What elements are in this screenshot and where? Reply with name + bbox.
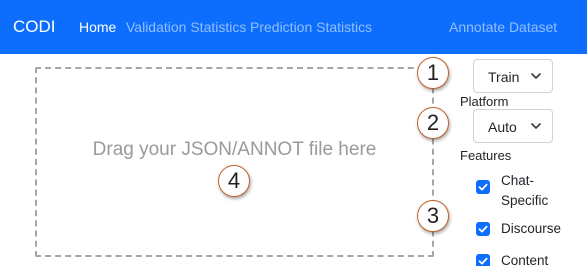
top-navbar: CODI Home Validation Statistics Predicti…	[0, 0, 587, 54]
chat-specific-checkbox[interactable]	[476, 180, 490, 194]
split-select-value: Train	[488, 69, 520, 85]
brand-logo[interactable]: CODI	[13, 17, 56, 37]
chevron-down-icon	[531, 73, 541, 79]
content-label[interactable]: Content	[501, 251, 548, 266]
annotation-marker-3: 3	[417, 200, 449, 232]
content-checkbox[interactable]	[476, 254, 490, 266]
annotation-marker-1: 1	[417, 57, 449, 89]
dropzone-text: Drag your JSON/ANNOT file here	[92, 139, 377, 160]
chevron-down-icon	[531, 123, 541, 129]
annotation-marker-2: 2	[417, 107, 449, 139]
platform-label: Platform	[460, 94, 509, 109]
checkmark-icon	[478, 183, 488, 191]
platform-select[interactable]: Auto	[473, 109, 553, 143]
discourse-label[interactable]: Discourse	[501, 219, 561, 239]
discourse-checkbox[interactable]	[476, 222, 490, 236]
nav-annotate-dataset[interactable]: Annotate Dataset	[449, 19, 557, 35]
file-dropzone[interactable]: Drag your JSON/ANNOT file here	[35, 67, 434, 257]
platform-select-value: Auto	[488, 119, 517, 135]
split-select[interactable]: Train	[473, 59, 553, 93]
nav-prediction-statistics[interactable]: Prediction Statistics	[250, 19, 372, 35]
chat-specific-label[interactable]: Chat-Specific	[501, 171, 561, 211]
nav-home[interactable]: Home	[79, 19, 116, 35]
checkmark-icon	[478, 225, 488, 233]
features-label: Features	[460, 148, 512, 163]
annotation-marker-4: 4	[218, 165, 250, 197]
nav-validation-statistics[interactable]: Validation Statistics	[126, 19, 246, 35]
checkmark-icon	[478, 257, 488, 265]
